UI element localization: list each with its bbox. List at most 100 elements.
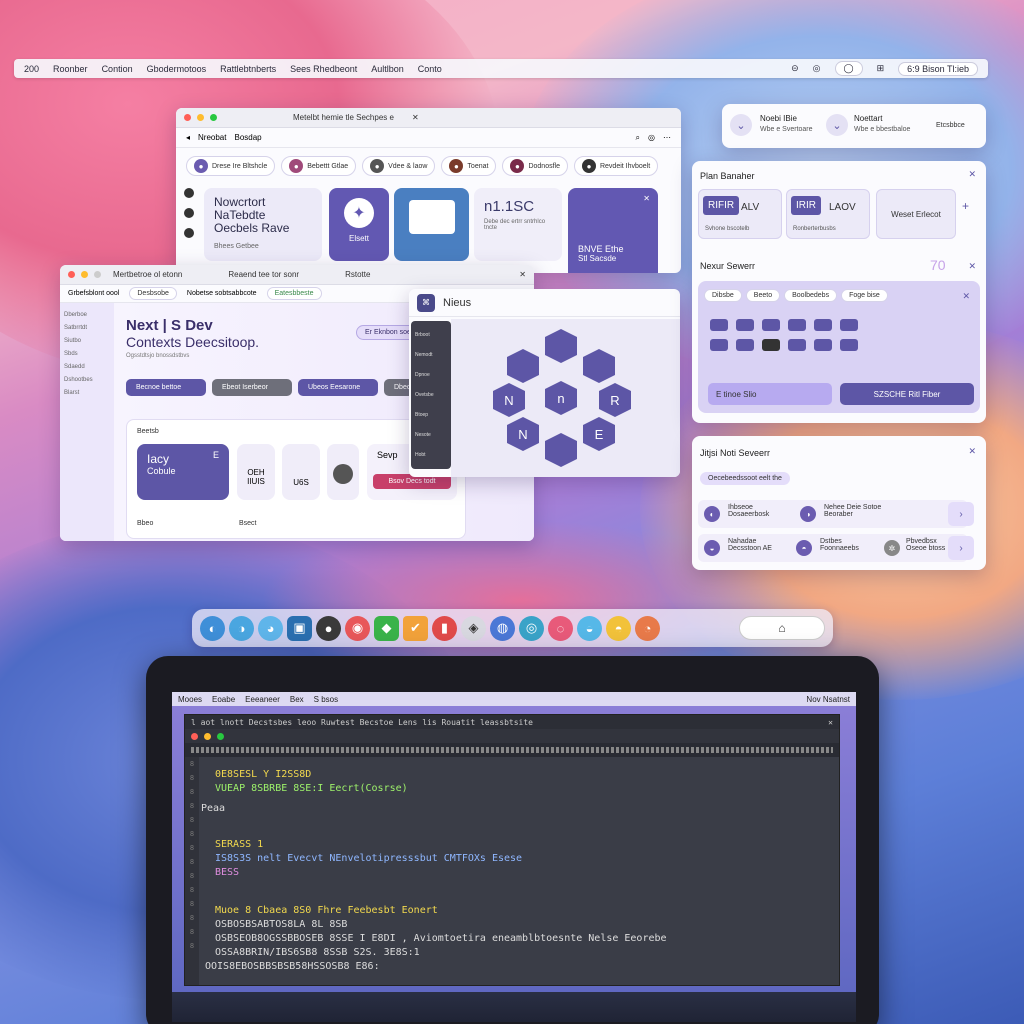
back-icon[interactable]: ◂	[186, 133, 190, 142]
chip[interactable]: ● Dodnosfle	[502, 156, 568, 176]
mini-card[interactable]: U6S	[282, 444, 320, 500]
clock[interactable]: 6:9 Bison Tl:ieb	[898, 61, 978, 76]
menu-item[interactable]: Bex	[290, 695, 304, 704]
action-button[interactable]: Ebeot Iserbeor	[212, 379, 292, 396]
menu-item[interactable]: Mooes	[178, 695, 202, 704]
sidebar-item[interactable]: Brboot	[415, 325, 447, 345]
dock-app-icon[interactable]: ◉	[345, 615, 370, 641]
server-icon[interactable]	[840, 319, 858, 331]
menu-item[interactable]: 200	[24, 64, 39, 74]
feature-card[interactable]: ✦ Elsett	[329, 188, 389, 261]
plan-tile[interactable]: Weset Erlecot	[876, 189, 956, 239]
sidebar-item[interactable]: Blarst	[64, 387, 110, 400]
menu-item[interactable]: Conto	[418, 64, 442, 74]
sidebar-item[interactable]: Sdaedd	[64, 361, 110, 374]
primary-button[interactable]: SZSCHE Ritl Fiber	[840, 383, 974, 405]
sidebar-item[interactable]: Siutbo	[64, 335, 110, 348]
chip[interactable]: ● Revdeit Ihvboelt	[573, 156, 659, 176]
address-field[interactable]: Bosdap	[234, 133, 261, 142]
sidebar-item[interactable]: Nesote	[415, 425, 447, 445]
close-icon[interactable]: ✕	[968, 446, 976, 457]
menu-item[interactable]: S bsos	[314, 695, 338, 704]
dock-app-icon[interactable]: ▮	[432, 615, 457, 641]
close-icon[interactable]: ✕	[828, 718, 833, 727]
chip[interactable]: ● Toenat	[441, 156, 497, 176]
close-tab-icon[interactable]: ✕	[519, 270, 526, 279]
menu-item[interactable]: Rattlebtnberts	[220, 64, 276, 74]
avatar-card[interactable]	[327, 444, 359, 500]
menu-item[interactable]: Gbodermotoos	[147, 64, 207, 74]
side-icon[interactable]	[184, 188, 194, 198]
menu-icon[interactable]: ⋯	[663, 133, 671, 142]
close-icon[interactable]: ✕	[962, 291, 970, 302]
home-button[interactable]: ⌂	[739, 616, 825, 640]
chip[interactable]: ● Vdee & laow	[362, 156, 436, 176]
action-button[interactable]: Ubeos Eesarone	[298, 379, 378, 396]
menu-item[interactable]: Nov Nsatnst	[806, 695, 850, 704]
server-icon[interactable]	[762, 339, 780, 351]
sidebar-item[interactable]: Dberboe	[64, 309, 110, 322]
chip[interactable]: Dibsbe	[704, 289, 742, 302]
sidebar-item[interactable]: Ovetsbe	[415, 385, 447, 405]
plan-tile[interactable]: RIFIR ALV Svhone bscotelb	[698, 189, 782, 239]
chip[interactable]: ● Bebettt Gtlae	[281, 156, 357, 176]
tab-label[interactable]: Metelbt hemie tle Sechpes e	[293, 113, 394, 122]
status-icon[interactable]: ◎	[813, 63, 821, 74]
filter-chip[interactable]: Oecebeedssoot eelt the	[700, 472, 790, 485]
close-icon[interactable]: ✕	[968, 169, 976, 180]
menu-item[interactable]: Aultlbon	[371, 64, 404, 74]
sidebar-item[interactable]: Nemodt	[415, 345, 447, 365]
tab-label[interactable]: Mertbetroe ol etonn	[113, 270, 182, 279]
mini-card[interactable]: OEH IIUIS	[237, 444, 275, 500]
toolbar-item[interactable]: Desbsobe	[129, 287, 177, 300]
dock-app-icon[interactable]: ◒	[577, 615, 602, 641]
dock-app-icon[interactable]: ◓	[606, 615, 631, 641]
share-icon[interactable]: ◎	[648, 133, 655, 142]
chip[interactable]: Foge bise	[841, 289, 888, 302]
close-button[interactable]	[184, 114, 191, 121]
sidebar-item[interactable]: Dshootbes	[64, 374, 110, 387]
chevron-right-icon[interactable]: ›	[948, 536, 974, 560]
action-button[interactable]: Becnoe bettoe	[126, 379, 206, 396]
status-icon[interactable]: ⊞	[877, 63, 885, 74]
plan-tile[interactable]: IRIR LAOV Ronberterbusbs	[786, 189, 870, 239]
feature-card[interactable]	[394, 188, 469, 261]
sidebar-item[interactable]: Satbrrtdt	[64, 322, 110, 335]
status-icon[interactable]: ⊝	[791, 63, 799, 74]
dock-app-icon[interactable]: ▣	[287, 615, 312, 641]
sidebar-item[interactable]: Hobt	[415, 445, 447, 465]
server-row[interactable]: ◒ Nahadae Decsstoon AE ◓ Dstbes Foonnaee…	[698, 534, 968, 562]
server-icon[interactable]	[840, 339, 858, 351]
zoom-button[interactable]	[94, 271, 101, 278]
dock-app-icon[interactable]: ●	[316, 615, 341, 641]
dock-app-icon[interactable]: ◕	[258, 615, 283, 641]
server-icon[interactable]	[710, 319, 728, 331]
server-icon[interactable]	[788, 319, 806, 331]
toolbar-item[interactable]: Nobetse sobtsabbcote	[187, 290, 257, 297]
feature-card[interactable]: Nowcrtort NaTebdte Oecbels Rave Bhees Ge…	[204, 188, 322, 261]
server-icon[interactable]	[710, 339, 728, 351]
side-icon[interactable]	[184, 208, 194, 218]
add-icon[interactable]: +	[962, 199, 969, 213]
server-icon[interactable]	[736, 339, 754, 351]
secondary-button[interactable]: E tinoe Slio	[708, 383, 832, 405]
close-icon[interactable]: ✕	[968, 261, 976, 272]
toolbar-item[interactable]: Eatesbbeste	[266, 287, 322, 300]
sidebar-item[interactable]: Dpnoe	[415, 365, 447, 385]
menu-item[interactable]: Contion	[102, 64, 133, 74]
dock-app-icon[interactable]: ◈	[461, 615, 486, 641]
feature-card[interactable]: ✕ BNVE Ethe Stl Sacsde	[568, 188, 658, 273]
zoom-button[interactable]	[210, 114, 217, 121]
search-icon[interactable]: ⌕	[636, 133, 640, 143]
close-icon[interactable]: ✕	[643, 194, 650, 203]
menu-item[interactable]: Sees Rhedbeont	[290, 64, 357, 74]
dock-app-icon[interactable]: ◆	[374, 615, 399, 641]
server-row[interactable]: ◐ Ihbseoe Dosaeerbosk ◑ Nehee Deie Sotoe…	[698, 500, 968, 528]
address-field[interactable]: Nreobat	[198, 133, 226, 142]
chevron-right-icon[interactable]: ›	[948, 502, 974, 526]
server-icon[interactable]	[788, 339, 806, 351]
dock-app-icon[interactable]: ◎	[519, 615, 544, 641]
menu-item[interactable]: Roonber	[53, 64, 88, 74]
dock-app-icon[interactable]: ◍	[490, 615, 515, 641]
server-icon[interactable]	[814, 319, 832, 331]
